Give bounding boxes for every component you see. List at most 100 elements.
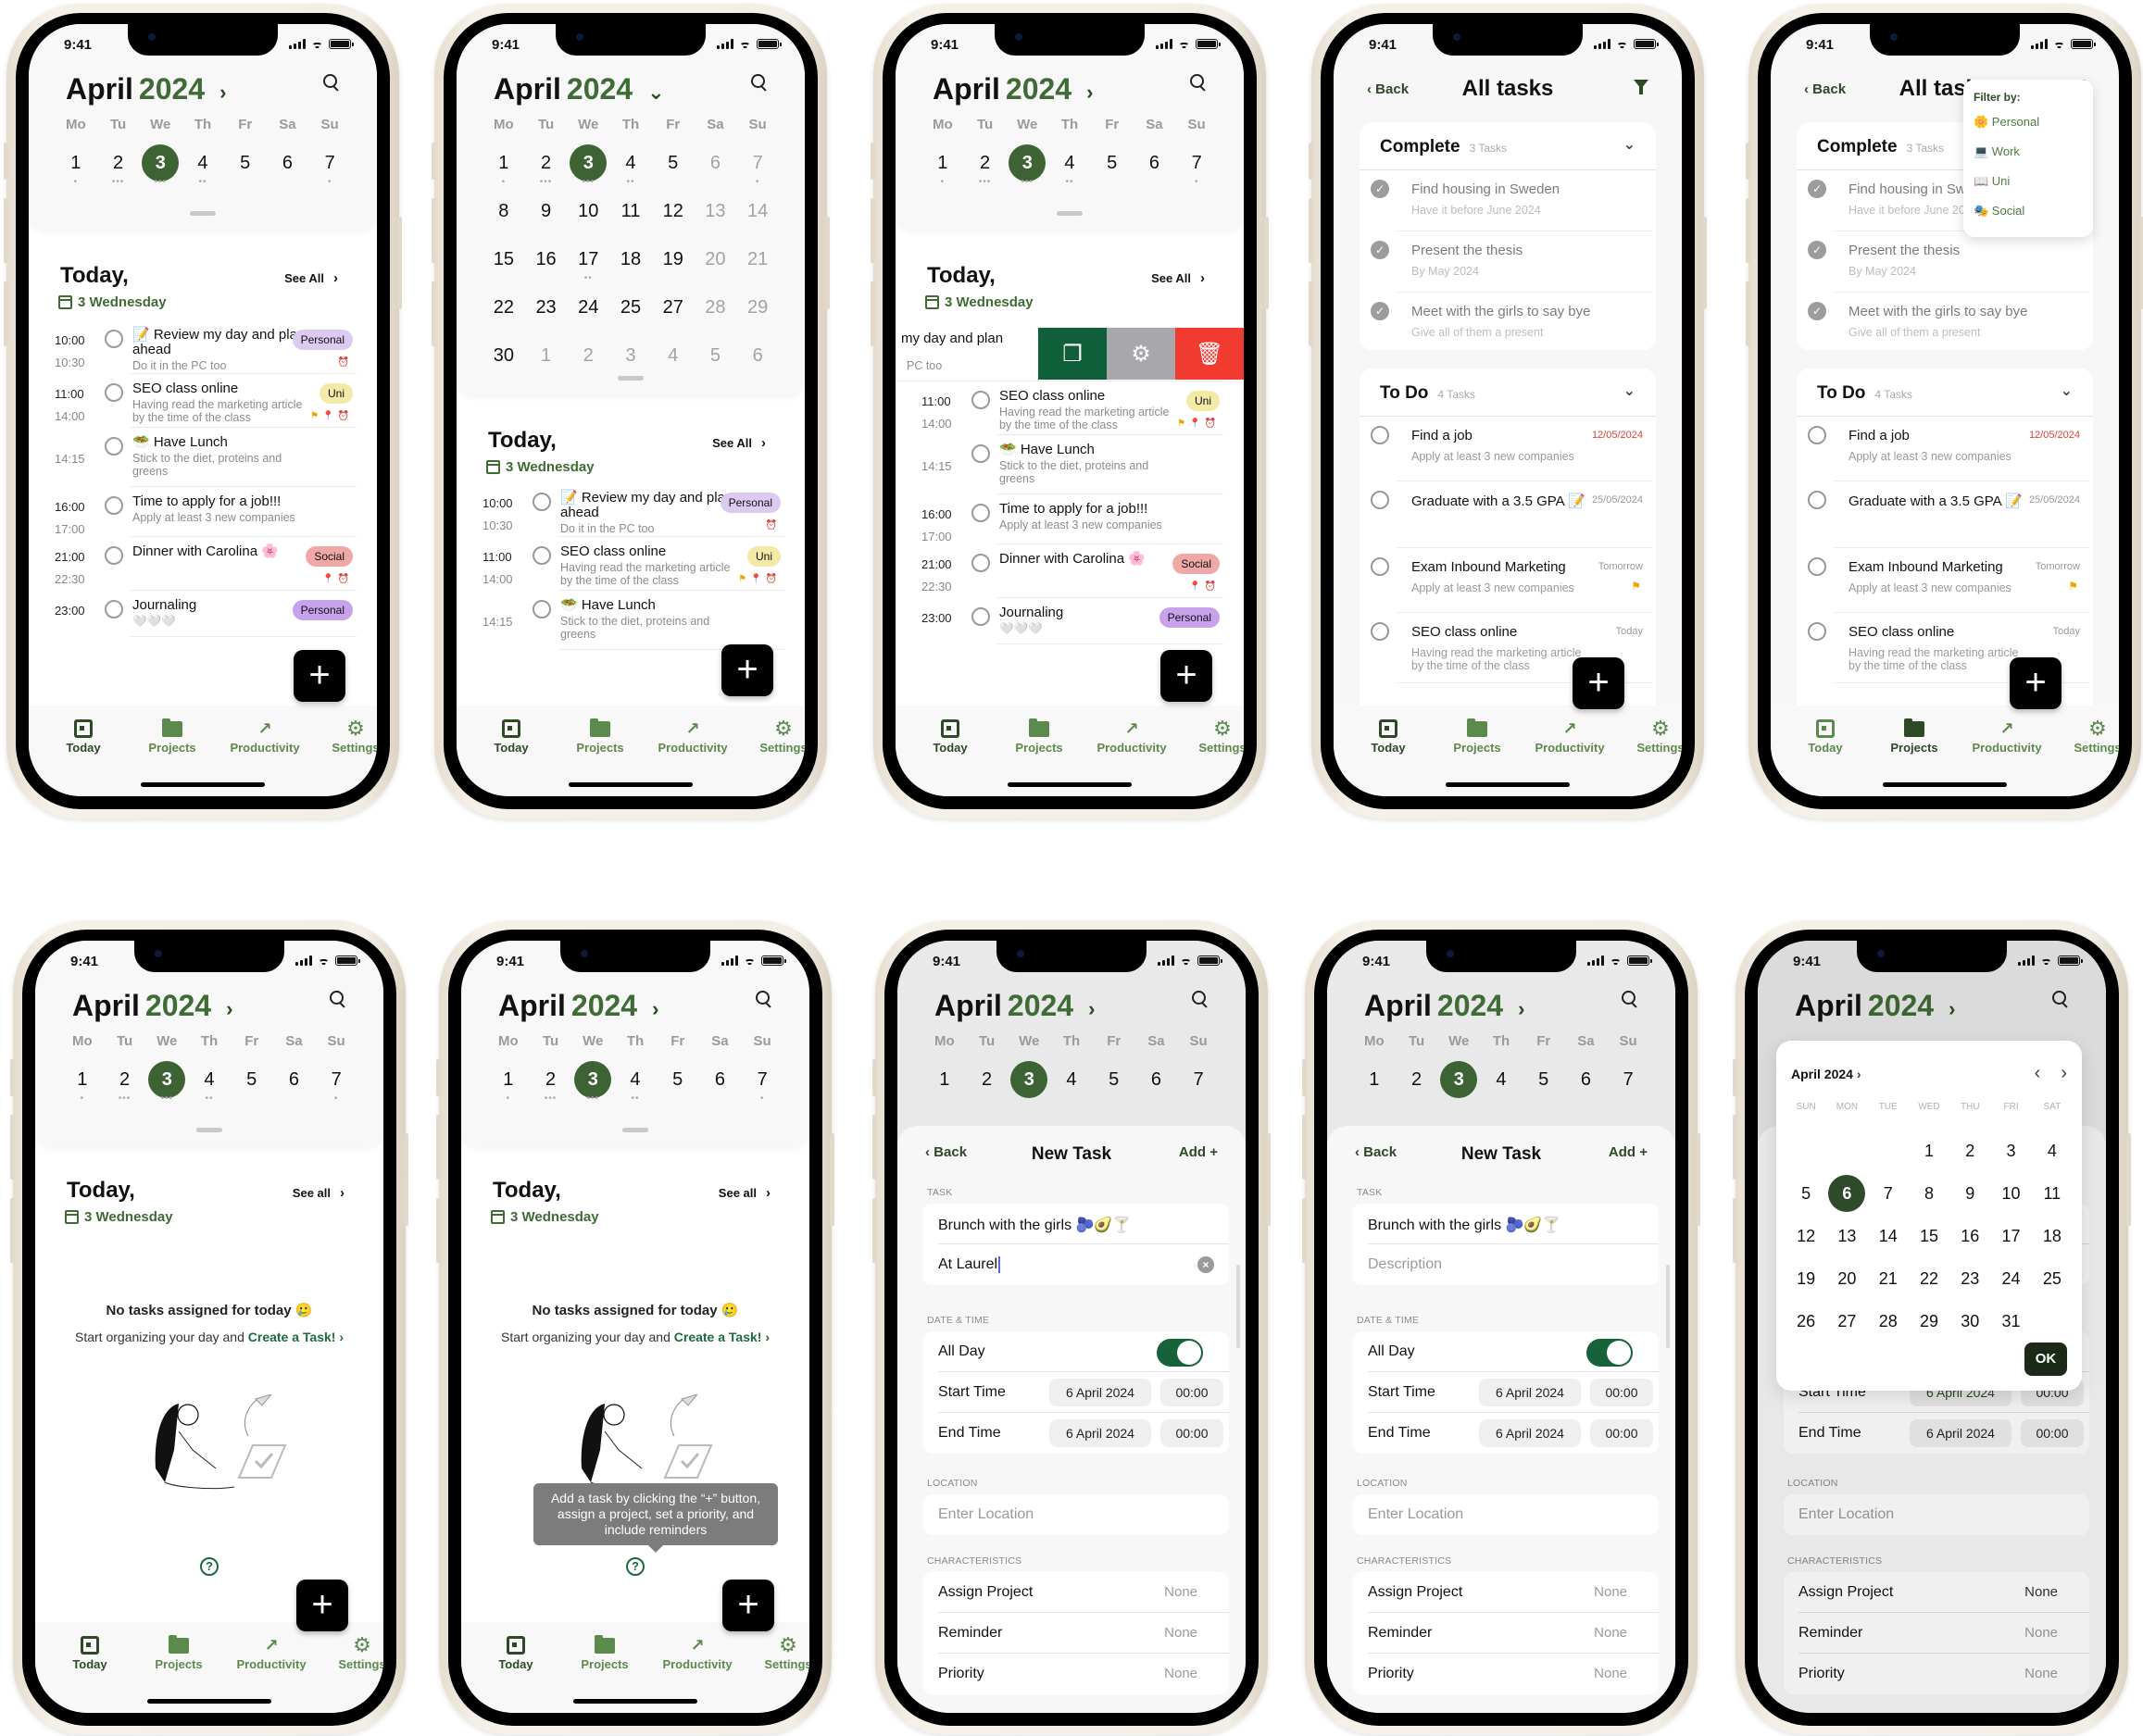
calendar-day[interactable]: 19 [652, 235, 695, 283]
chevron-right-icon[interactable]: › [219, 81, 226, 105]
task-row[interactable]: Graduate with a 3.5 GPA 📝 25/05/2024 [1797, 481, 2093, 548]
calendar-day[interactable]: 6 [695, 139, 737, 187]
calendar-day[interactable]: 1 • [921, 139, 964, 187]
month-title[interactable]: April 2024 ⌄ [494, 72, 665, 106]
tab-productivity[interactable]: ↗ Productivity [230, 1633, 313, 1672]
date-cell[interactable]: 27 [1826, 1300, 1867, 1343]
delete-action-button[interactable]: 🗑 [1175, 328, 1244, 380]
tab-today[interactable]: Today [48, 1633, 132, 1671]
calendar-day[interactable]: 4 •• [609, 139, 652, 187]
calendar-day[interactable]: 30 [482, 331, 525, 380]
task-row[interactable]: 21:00 22:30 Dinner with Carolina 🌸 Social 📍 ⏰ [896, 544, 1244, 598]
date-cell[interactable]: 2 [1949, 1130, 1990, 1172]
search-icon[interactable] [1190, 74, 1207, 91]
tab-projects[interactable]: Projects [131, 717, 214, 755]
task-row[interactable]: ✓ Meet with the girls to say bye Give all … [1360, 293, 1656, 354]
tab-settings[interactable]: ⚙ Settings [746, 1633, 809, 1671]
calendar-day[interactable]: 5 [224, 139, 267, 187]
date-cell[interactable]: 1 [1909, 1130, 1949, 1172]
date-cell[interactable]: 26 [1786, 1300, 1826, 1343]
calendar-day[interactable]: 17 •• [567, 235, 609, 283]
calendar-day[interactable]: 23 [525, 283, 568, 331]
task-checkbox[interactable] [971, 444, 990, 463]
task-checkbox[interactable] [1808, 622, 1826, 641]
calendar-day[interactable]: 2 ••• [97, 139, 140, 187]
month-title[interactable]: April 2024 › [72, 989, 232, 1023]
tab-settings[interactable]: ⚙ Settings [1619, 717, 1682, 755]
calendar-day[interactable]: 5 [695, 331, 737, 380]
calendar-day[interactable]: 12 [652, 187, 695, 235]
date-cell[interactable]: 8 [1909, 1172, 1949, 1215]
tab-productivity[interactable]: ↗ Productivity [1090, 717, 1173, 756]
calendar-day[interactable]: 5 [652, 139, 695, 187]
calendar-day[interactable]: 5 [231, 1055, 273, 1104]
chevron-right-icon[interactable]: › [226, 997, 232, 1021]
chevron-right-icon[interactable]: › [761, 1330, 770, 1344]
task-row[interactable]: Exam Inbound Marketing Apply at least 3 n… [1360, 548, 1656, 613]
task-checkbox[interactable] [105, 330, 123, 348]
month-title[interactable]: April 2024 › [933, 72, 1093, 106]
add-task-button[interactable]: + [1160, 650, 1212, 702]
date-cell[interactable]: 11 [2032, 1172, 2073, 1215]
create-task-link[interactable]: Create a Task! [674, 1330, 762, 1344]
tab-today[interactable]: Today [474, 1633, 558, 1671]
drag-handle[interactable] [190, 211, 216, 216]
task-row[interactable]: 14:15 🥗 Have Lunch Stick to the diet, prot… [896, 435, 1244, 494]
checked-icon[interactable]: ✓ [1371, 302, 1389, 320]
date-cell[interactable]: 14 [1868, 1215, 1909, 1257]
location-field[interactable]: Enter Location [923, 1494, 1229, 1535]
date-cell[interactable]: 19 [1786, 1257, 1826, 1300]
chevron-right-icon[interactable]: › [1088, 997, 1095, 1021]
see-all-link[interactable]: See All › [1151, 270, 1205, 286]
location-field[interactable]: Enter Location [1353, 1494, 1659, 1535]
scrollbar[interactable] [1666, 1265, 1670, 1348]
tab-settings[interactable]: ⚙ Settings [320, 1633, 383, 1671]
task-row[interactable]: 11:00 14:00 SEO class online Having read th… [896, 381, 1244, 435]
add-task-button[interactable]: + [2010, 657, 2062, 709]
date-cell[interactable]: 29 [1909, 1300, 1949, 1343]
date-cell[interactable]: 23 [1949, 1257, 1990, 1300]
start-time-picker[interactable]: 00:00 [1590, 1379, 1653, 1406]
chevron-right-icon[interactable]: › [1518, 997, 1524, 1021]
task-checkbox[interactable] [1371, 491, 1389, 509]
help-icon[interactable]: ? [200, 1557, 219, 1576]
calendar-day[interactable]: 3 ••• [145, 1055, 188, 1104]
task-checkbox[interactable] [533, 600, 551, 618]
calendar-day[interactable]: 21 [736, 235, 779, 283]
date-cell[interactable]: 18 [2032, 1215, 2073, 1257]
calendar-day[interactable]: 7 [1177, 1055, 1220, 1104]
calendar-day[interactable]: 20 [695, 235, 737, 283]
calendar-day[interactable]: 2 ••• [964, 139, 1007, 187]
tab-productivity[interactable]: ↗ Productivity [651, 717, 734, 756]
calendar-day[interactable]: 3 ••• [571, 1055, 614, 1104]
calendar-day[interactable]: 28 [695, 283, 737, 331]
calendar-day[interactable]: 6 [1134, 139, 1176, 187]
calendar-day[interactable]: 5 [657, 1055, 699, 1104]
add-task-button[interactable]: + [1573, 657, 1624, 709]
chevron-down-icon[interactable]: ⌄ [2061, 381, 2073, 400]
search-icon[interactable] [330, 991, 346, 1007]
task-row[interactable]: ✓ Present the thesis By May 2024 [1360, 231, 1656, 293]
project-tag[interactable]: Uni [319, 383, 353, 404]
chevron-down-icon[interactable]: ⌄ [647, 81, 664, 105]
tab-productivity[interactable]: ↗ Productivity [1965, 717, 2049, 756]
calendar-day[interactable]: 7 • [741, 1055, 783, 1104]
start-time-picker[interactable]: 00:00 [1160, 1379, 1223, 1406]
calendar-day[interactable]: 29 [736, 283, 779, 331]
calendar-day[interactable]: 3 ••• [567, 139, 609, 187]
task-row[interactable]: Find a job Apply at least 3 new companies… [1360, 417, 1656, 481]
date-cell[interactable]: 6 [1826, 1172, 1867, 1215]
task-checkbox[interactable] [1371, 426, 1389, 444]
calendar-day[interactable]: 6 [273, 1055, 316, 1104]
task-checkbox[interactable] [1808, 557, 1826, 576]
clear-icon[interactable]: × [1197, 1256, 1214, 1273]
tab-settings[interactable]: ⚙ Settings [1181, 717, 1244, 755]
tab-today[interactable]: Today [1347, 717, 1430, 755]
calendar-day[interactable]: 3 ••• [1006, 139, 1048, 187]
date-cell[interactable]: 22 [1909, 1257, 1949, 1300]
task-checkbox[interactable] [105, 496, 123, 515]
project-tag[interactable]: Personal [720, 493, 781, 513]
see-all-link[interactable]: See All › [712, 435, 766, 451]
add-button[interactable]: Add + [1179, 1144, 1218, 1160]
calendar-day[interactable]: 10 [567, 187, 609, 235]
